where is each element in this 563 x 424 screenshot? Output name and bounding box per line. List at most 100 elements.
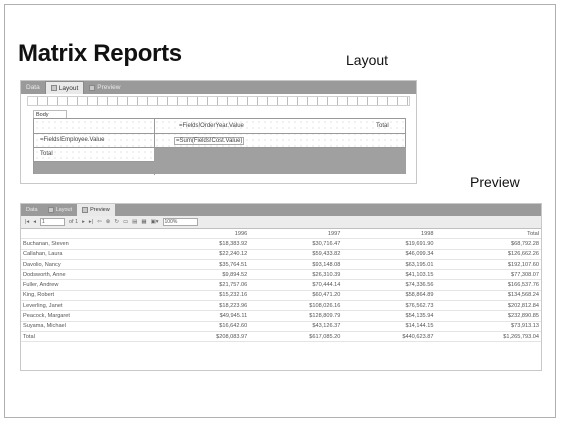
row-header: Total <box>21 331 157 343</box>
tab-data-label: Data <box>26 207 38 213</box>
tab-data[interactable]: Data <box>21 81 45 94</box>
value-cell: $15,232.16 <box>156 290 250 302</box>
value-cell: $59,433.82 <box>249 249 343 260</box>
refresh-icon[interactable]: ↻ <box>114 219 119 225</box>
value-cell: $18,223.96 <box>156 300 250 312</box>
print-icon[interactable]: ▭ <box>123 219 128 225</box>
horizontal-ruler <box>27 96 410 106</box>
corner-cell <box>21 229 157 240</box>
value-cell: $68,792.28 <box>435 238 541 250</box>
value-cell: $128,809.79 <box>249 310 343 322</box>
matrix-report-table: 1996 1997 1998 Total Buchanan, Steven $18,383… <box>21 229 541 343</box>
stop-icon[interactable]: ⊗ <box>106 219 111 225</box>
value-cell: $126,662.26 <box>435 249 541 260</box>
print-layout-icon[interactable]: ▤ <box>132 219 137 225</box>
total-row-shading <box>34 162 154 174</box>
page-setup-icon[interactable]: ▦ <box>141 219 146 225</box>
value-cell: $77,308.07 <box>435 269 541 281</box>
back-icon[interactable]: ⇦ <box>97 219 102 225</box>
preview-icon <box>82 207 89 213</box>
value-cell: $70,444.14 <box>249 279 343 291</box>
next-page-icon[interactable]: ▸ <box>82 219 85 225</box>
table-row: Leverling, Janet $18,223.96 $108,026.16 $76… <box>21 300 541 312</box>
row-header: Suyama, Michael <box>21 321 157 332</box>
tab-layout-label: Layout <box>55 207 73 213</box>
last-page-icon[interactable]: ▸| <box>89 219 93 225</box>
tab-preview[interactable]: Preview <box>84 81 125 94</box>
value-cell: $43,126.37 <box>249 321 343 332</box>
value-cell: $1,265,793.04 <box>435 331 541 343</box>
value-cell: $73,913.13 <box>435 321 541 332</box>
row-header: King, Robert <box>21 290 157 302</box>
table-row: Fuller, Andrew $21,757.06 $70,444.14 $74,33… <box>21 279 541 291</box>
layout-icon <box>47 207 54 213</box>
first-page-icon[interactable]: |◂ <box>25 219 29 225</box>
export-icon[interactable]: ▣▾ <box>151 219 159 225</box>
table-row: Peacock, Margaret $49,945.11 $128,809.79 $5… <box>21 310 541 322</box>
value-cell: $21,757.06 <box>156 279 250 291</box>
table-row: Callahan, Laura $22,240.12 $59,433.82 $46,0… <box>21 249 541 260</box>
value-cell: $202,812.84 <box>435 300 541 312</box>
value-cell: $166,537.76 <box>435 279 541 291</box>
tab-preview[interactable]: Preview <box>77 204 115 216</box>
value-cell: $14,144.15 <box>342 321 436 332</box>
preview-toolbar: |◂ ◂ 1 of 1 ▸ ▸| ⇦ ⊗ ↻ ▭ ▤ ▦ ▣▾ 100% <box>21 216 541 229</box>
data-cell[interactable]: =Sum(Fields!Cost.Value) <box>174 137 245 145</box>
value-cell: $232,890.85 <box>435 310 541 322</box>
value-cell: $63,195.01 <box>342 259 436 271</box>
value-cell: $41,103.15 <box>342 269 436 281</box>
row-header: Davolio, Nancy <box>21 259 157 271</box>
value-cell: $76,562.73 <box>342 300 436 312</box>
value-cell: $49,945.11 <box>156 310 250 322</box>
value-cell: $35,764.51 <box>156 259 250 271</box>
column-header: Total <box>435 229 541 240</box>
value-cell: $134,568.24 <box>435 290 541 302</box>
value-cell: $18,383.92 <box>156 238 250 250</box>
matrix-grid[interactable]: =Fields!OrderYear.Value Total =Fields!Em… <box>33 118 406 175</box>
data-area-shading <box>154 148 406 174</box>
column-group-cell[interactable]: =Fields!OrderYear.Value <box>179 123 244 129</box>
value-cell: $60,471.20 <box>249 290 343 302</box>
value-cell: $192,107.60 <box>435 259 541 271</box>
value-cell: $26,310.39 <box>249 269 343 281</box>
column-header: 1998 <box>342 229 436 240</box>
table-row: King, Robert $15,232.16 $60,471.20 $58,864.… <box>21 290 541 302</box>
preview-screenshot: Data Layout Preview |◂ ◂ 1 of 1 ▸ ▸| ⇦ ⊗… <box>20 203 542 371</box>
tab-data-label: Data <box>26 84 40 91</box>
layout-icon <box>50 85 57 91</box>
tab-layout-label: Layout <box>58 84 79 92</box>
total-row-cell[interactable]: Total <box>40 151 53 157</box>
value-cell: $440,623.87 <box>342 331 436 343</box>
row-header: Callahan, Laura <box>21 249 157 260</box>
preview-tab-bar: Data Layout Preview <box>21 204 541 216</box>
row-header: Fuller, Andrew <box>21 279 157 291</box>
table-row: Dodsworth, Anne $9,894.52 $26,310.39 $41,10… <box>21 269 541 281</box>
value-cell: $54,135.94 <box>342 310 436 322</box>
total-column-cell[interactable]: Total <box>376 123 389 129</box>
designer-tab-bar: Data Layout Preview <box>21 81 416 94</box>
row-header: Buchanan, Steven <box>21 238 157 250</box>
table-row: Suyama, Michael $16,642.60 $43,126.37 $14,1… <box>21 321 541 332</box>
row-header: Peacock, Margaret <box>21 310 157 322</box>
zoom-select[interactable]: 100% <box>162 218 198 226</box>
table-row: Davolio, Nancy $35,764.51 $93,148.08 $63,19… <box>21 259 541 271</box>
tab-layout[interactable]: Layout <box>44 81 85 94</box>
row-group-cell[interactable]: =Fields!Employee.Value <box>40 137 104 143</box>
table-header-row: 1996 1997 1998 Total <box>21 229 541 240</box>
tab-preview-label: Preview <box>90 207 110 213</box>
column-header: 1996 <box>156 229 250 240</box>
value-cell: $617,085.20 <box>249 331 343 343</box>
value-cell: $58,864.89 <box>342 290 436 302</box>
table-row: Total $208,083.97 $617,085.20 $440,623.87 $1… <box>21 331 541 343</box>
tab-data[interactable]: Data <box>21 204 43 216</box>
table-row: Buchanan, Steven $18,383.92 $30,716.47 $19,… <box>21 238 541 250</box>
page-number-input[interactable]: 1 <box>39 218 65 226</box>
preview-icon <box>89 84 96 91</box>
value-cell: $208,083.97 <box>156 331 250 343</box>
preview-caption: Preview <box>470 174 520 190</box>
value-cell: $93,148.08 <box>249 259 343 271</box>
tab-layout[interactable]: Layout <box>43 204 78 216</box>
prev-page-icon[interactable]: ◂ <box>33 219 36 225</box>
row-header: Leverling, Janet <box>21 300 157 312</box>
layout-designer-screenshot: Data Layout Preview Body =Fields!OrderYe… <box>20 80 417 184</box>
